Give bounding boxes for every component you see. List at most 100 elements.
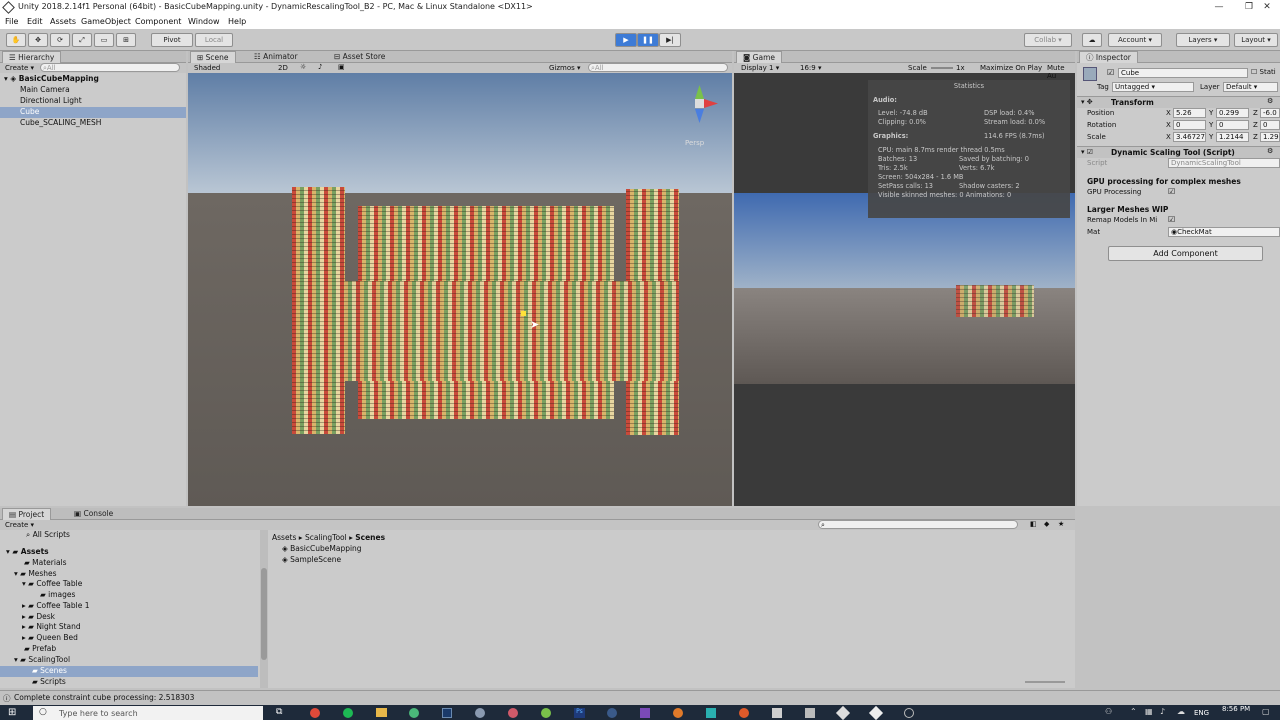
- lighting-icon[interactable]: ☼: [300, 63, 306, 71]
- layout-dropdown[interactable]: Layout ▾: [1234, 33, 1278, 47]
- play-button[interactable]: ▶: [615, 33, 637, 47]
- hierarchy-item-main-camera[interactable]: Main Camera: [20, 85, 70, 96]
- hierarchy-search-input[interactable]: ⌕All: [40, 63, 180, 72]
- file-basiccubemapping[interactable]: ◈ BasicCubeMapping: [282, 544, 362, 555]
- add-component-button[interactable]: Add Component: [1108, 246, 1263, 261]
- scene-orientation-gizmo[interactable]: [678, 81, 722, 125]
- transform-settings-icon[interactable]: ⚙: [1267, 97, 1273, 105]
- menu-edit[interactable]: Edit: [27, 17, 43, 26]
- scale-tool-icon[interactable]: ⤢: [72, 33, 92, 47]
- app-icon-4[interactable]: [541, 708, 551, 718]
- steam-icon[interactable]: [442, 708, 452, 718]
- app-icon-2[interactable]: [475, 708, 485, 718]
- transform-tool-icon[interactable]: ⊞: [116, 33, 136, 47]
- clock-time[interactable]: 8:56 PM: [1222, 705, 1250, 713]
- gpu-processing-checkbox[interactable]: ☑: [1168, 187, 1175, 196]
- display-dropdown[interactable]: Display 1 ▾: [741, 64, 779, 72]
- tree-item-queen-bed[interactable]: ▸ ▰ Queen Bed: [22, 633, 78, 644]
- blender-icon[interactable]: [673, 708, 683, 718]
- hierarchy-item-cube-scaling-mesh[interactable]: Cube_SCALING_MESH: [20, 118, 101, 129]
- tab-project[interactable]: ▤ Project: [2, 508, 52, 520]
- script-settings-icon[interactable]: ⚙: [1267, 147, 1273, 155]
- tree-item-materials[interactable]: ▰ Materials: [24, 558, 67, 569]
- remap-checkbox[interactable]: ☑: [1168, 215, 1175, 224]
- hierarchy-create-button[interactable]: Create ▾: [5, 64, 34, 72]
- close-button[interactable]: ✕: [1252, 0, 1280, 15]
- app-icon-7[interactable]: [739, 708, 749, 718]
- unity-taskbar-icon[interactable]: [835, 705, 851, 720]
- tree-scrollbar[interactable]: [260, 530, 268, 688]
- scale-slider[interactable]: [931, 67, 953, 69]
- tree-item-scenes[interactable]: ▰ Scenes: [0, 666, 258, 677]
- app-icon-3[interactable]: [508, 708, 518, 718]
- network-icon[interactable]: ▦: [1145, 707, 1153, 716]
- photoshop-icon[interactable]: Ps: [574, 708, 585, 718]
- filter-label-icon[interactable]: ◆: [1044, 520, 1049, 528]
- clock-app-icon[interactable]: [904, 708, 914, 718]
- tab-animator[interactable]: ☷ Animator: [248, 51, 304, 63]
- hierarchy-item-directional-light[interactable]: Directional Light: [20, 96, 82, 107]
- menu-assets[interactable]: Assets: [50, 17, 76, 26]
- layer-dropdown[interactable]: Default ▾: [1223, 82, 1278, 92]
- visual-studio-icon[interactable]: [640, 708, 650, 718]
- favorite-icon[interactable]: ★: [1058, 520, 1064, 528]
- tab-inspector[interactable]: ⓘ Inspector: [1079, 51, 1138, 63]
- collab-dropdown[interactable]: Collab ▾: [1024, 33, 1072, 47]
- menu-window[interactable]: Window: [188, 17, 220, 26]
- mode-2d-button[interactable]: 2D: [278, 64, 288, 72]
- hierarchy-item-cube[interactable]: Cube: [0, 107, 186, 118]
- file-samplescene[interactable]: ◈ SampleScene: [282, 555, 341, 566]
- rect-tool-icon[interactable]: ▭: [94, 33, 114, 47]
- hand-tool-icon[interactable]: ✋: [6, 33, 26, 47]
- position-y-field[interactable]: 0.299: [1216, 108, 1249, 118]
- tree-item-scripts[interactable]: ▰ Scripts: [32, 677, 66, 688]
- position-x-field[interactable]: 5.26: [1173, 108, 1206, 118]
- notification-icon[interactable]: ▢: [1262, 707, 1270, 716]
- menu-gameobject[interactable]: GameObject: [81, 17, 131, 26]
- app-icon-9[interactable]: [805, 708, 815, 718]
- scale-z-field[interactable]: 1.29: [1260, 132, 1280, 142]
- layers-dropdown[interactable]: Layers ▾: [1176, 33, 1230, 47]
- tree-item-coffee-table[interactable]: ▾ ▰ Coffee Table: [22, 579, 82, 590]
- tree-item-coffee-table-1[interactable]: ▸ ▰ Coffee Table 1: [22, 601, 89, 612]
- app-icon-1[interactable]: [409, 708, 419, 718]
- menu-component[interactable]: Component: [135, 17, 181, 26]
- people-icon[interactable]: ⚇: [1105, 707, 1112, 716]
- unity-hub-icon[interactable]: [868, 705, 884, 720]
- position-z-field[interactable]: -6.0: [1260, 108, 1280, 118]
- filter-type-icon[interactable]: ◧: [1030, 520, 1037, 528]
- spotify-icon[interactable]: [343, 708, 353, 718]
- rotate-tool-icon[interactable]: ⟳: [50, 33, 70, 47]
- scale-x-field[interactable]: 3.46727: [1173, 132, 1206, 142]
- tree-item-assets[interactable]: ▾ ▰ Assets: [6, 547, 49, 558]
- chrome-icon[interactable]: [310, 708, 320, 718]
- active-checkbox[interactable]: ☑: [1107, 68, 1114, 77]
- tag-dropdown[interactable]: Untagged ▾: [1112, 82, 1194, 92]
- script-component-header[interactable]: ▾ ☑ Dynamic Scaling Tool (Script) ⚙: [1077, 146, 1280, 158]
- effects-icon[interactable]: ▣: [338, 63, 345, 71]
- windows-start-icon[interactable]: ⊞: [8, 707, 16, 718]
- app-icon-6[interactable]: [706, 708, 716, 718]
- scale-y-field[interactable]: 1.2144: [1216, 132, 1249, 142]
- menu-help[interactable]: Help: [228, 17, 246, 26]
- tree-item-prefab[interactable]: ▰ Prefab: [24, 644, 56, 655]
- mat-field[interactable]: ◉CheckMat: [1168, 227, 1280, 237]
- scene-search-input[interactable]: ⌕All: [588, 63, 728, 72]
- static-toggle[interactable]: ☐ Stati: [1251, 68, 1276, 76]
- scene-root-item[interactable]: ▾ ◈ BasicCubeMapping: [4, 74, 99, 85]
- app-icon-8[interactable]: [772, 708, 782, 718]
- move-tool-icon[interactable]: ✥: [28, 33, 48, 47]
- mute-audio-toggle[interactable]: Mute Au: [1047, 64, 1075, 80]
- script-field[interactable]: DynamicScalingTool: [1168, 158, 1280, 168]
- gizmos-dropdown[interactable]: Gizmos ▾: [549, 64, 581, 72]
- rotation-y-field[interactable]: 0: [1216, 120, 1249, 130]
- cloud-icon[interactable]: ☁: [1082, 33, 1102, 47]
- project-create-button[interactable]: Create ▾: [5, 521, 34, 529]
- app-icon-5[interactable]: [607, 708, 617, 718]
- icon-size-slider[interactable]: [1025, 681, 1065, 683]
- breadcrumb-scenes[interactable]: Scenes: [355, 533, 385, 542]
- language-indicator[interactable]: ENG: [1194, 709, 1209, 717]
- breadcrumb-assets[interactable]: Assets: [272, 533, 296, 542]
- tab-hierarchy[interactable]: ☰ Hierarchy: [2, 51, 62, 63]
- rotation-x-field[interactable]: 0: [1173, 120, 1206, 130]
